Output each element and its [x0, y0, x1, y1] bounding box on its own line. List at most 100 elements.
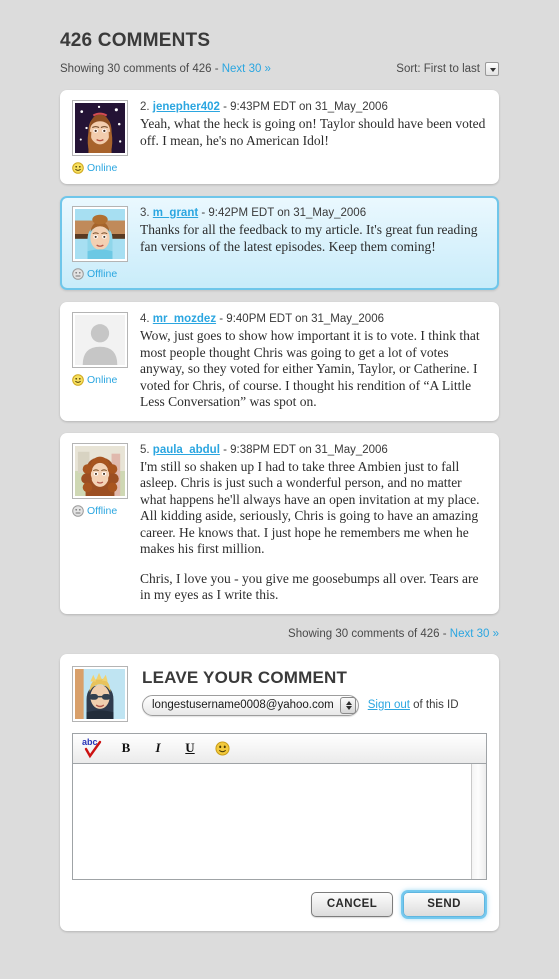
comment-number: 5.: [140, 443, 150, 456]
comment-author-link[interactable]: m_grant: [153, 207, 198, 219]
comment-item: Online 4. mr_mozdez - 9:40PM EDT on 31_M…: [60, 302, 499, 421]
status-badge: Offline: [72, 268, 130, 280]
showing-count-top: Showing 30 comments of 426 - Next 30 »: [60, 63, 271, 75]
form-fields: LEAVE YOUR COMMENT longestusername0008@y…: [142, 666, 487, 722]
comment-text: Yeah, what the heck is going on! Taylor …: [140, 116, 487, 149]
comment-author-link[interactable]: mr_mozdez: [153, 313, 216, 325]
textarea-scrollbar[interactable]: [471, 763, 486, 879]
status-badge: Online: [72, 374, 130, 386]
status-badge: Offline: [72, 505, 130, 517]
avatar-curly-auburn-icon: [75, 445, 125, 496]
bottom-pagination-bar: Showing 30 comments of 426 - Next 30 »: [0, 626, 559, 640]
avatar-blue-updo-icon: [75, 209, 125, 259]
comment-number: 4.: [140, 313, 150, 325]
comment-list: Online 2. jenepher402 - 9:43PM EDT on 31…: [0, 76, 559, 614]
sort-control[interactable]: Sort: First to last: [396, 62, 499, 76]
status-badge: Online: [72, 162, 130, 174]
comment-header: 4. mr_mozdez - 9:40PM EDT on 31_May_2006: [140, 313, 487, 325]
comment-author-link[interactable]: jenepher402: [153, 101, 220, 113]
comment-number: 2.: [140, 101, 150, 113]
avatar-starry-purple-icon: [75, 103, 125, 153]
sign-out-suffix: of this ID: [409, 699, 459, 711]
comment-textarea-wrap[interactable]: [73, 763, 486, 879]
comment-timestamp: - 9:40PM EDT on 31_May_2006: [219, 313, 384, 325]
showing-count-text-bottom: Showing 30 comments of 426 -: [288, 627, 450, 640]
red-check-icon: [84, 740, 102, 759]
top-pagination-bar: Showing 30 comments of 426 - Next 30 » S…: [60, 62, 499, 76]
showing-count-text-top: Showing 30 comments of 426 -: [60, 63, 222, 75]
comment-avatar-column: Online: [72, 100, 130, 174]
status-label: Online: [87, 374, 118, 386]
comment-avatar-column: Offline: [72, 442, 130, 604]
comment-paragraph: Thanks for all the feedback to my articl…: [140, 222, 478, 254]
avatar-blond-sunglasses-icon: [75, 668, 125, 719]
underline-button[interactable]: U: [175, 735, 205, 761]
comment-text: I'm still so shaken up I had to take thr…: [140, 459, 487, 604]
comment-body: 3. m_grant - 9:42PM EDT on 31_May_2006 T…: [140, 206, 487, 280]
select-spinner-icon[interactable]: [339, 696, 356, 714]
comment-body: 2. jenepher402 - 9:43PM EDT on 31_May_20…: [140, 100, 487, 174]
account-select-value: longestusername0008@yahoo.com: [152, 699, 334, 711]
smiley-online-icon: [72, 374, 84, 386]
sign-out-link[interactable]: Sign out: [368, 699, 410, 711]
comment-item: Online 2. jenepher402 - 9:43PM EDT on 31…: [60, 90, 499, 184]
comment-header: 3. m_grant - 9:42PM EDT on 31_May_2006: [140, 207, 487, 219]
status-label: Offline: [87, 504, 118, 517]
avatar[interactable]: [72, 442, 128, 499]
comment-header: 5. paula_abdul - 9:38PM EDT on 31_May_20…: [140, 444, 487, 456]
page-title: 426 COMMENTS: [60, 30, 211, 51]
account-row: longestusername0008@yahoo.com Sign out o…: [142, 694, 487, 716]
cancel-button[interactable]: CANCEL: [311, 891, 393, 917]
comment-item: Offline 5. paula_abdul - 9:38PM EDT on 3…: [60, 432, 499, 614]
bold-button[interactable]: B: [111, 735, 141, 761]
comment-textarea[interactable]: [73, 764, 471, 879]
comment-text: Wow, just goes to show how important it …: [140, 328, 487, 411]
comment-number: 3.: [140, 207, 150, 219]
form-avatar-column: [72, 665, 130, 722]
next-page-link-top[interactable]: Next 30 »: [222, 63, 271, 75]
neutral-offline-icon: [72, 268, 84, 280]
sort-label: Sort: First to last: [396, 63, 480, 75]
comment-form-section: LEAVE YOUR COMMENT longestusername0008@y…: [0, 640, 559, 931]
comment-paragraph: Chris, I love you - you give me goosebum…: [140, 570, 479, 603]
comment-item-highlighted: Offline 3. m_grant - 9:42PM EDT on 31_Ma…: [60, 196, 499, 290]
italic-button[interactable]: I: [143, 735, 173, 761]
send-button[interactable]: SEND: [403, 891, 485, 917]
comment-timestamp: - 9:43PM EDT on 31_May_2006: [223, 101, 388, 113]
account-select[interactable]: longestusername0008@yahoo.com: [142, 694, 359, 716]
form-actions: CANCEL SEND: [72, 891, 487, 917]
comment-form-card: LEAVE YOUR COMMENT longestusername0008@y…: [60, 653, 499, 931]
avatar[interactable]: [72, 100, 128, 156]
comment-timestamp: - 9:38PM EDT on 31_May_2006: [223, 443, 388, 456]
avatar[interactable]: [72, 312, 128, 368]
status-label: Online: [87, 162, 118, 174]
editor-toolbar: abc B I U: [73, 733, 486, 764]
next-page-link-bottom[interactable]: Next 30 »: [450, 628, 499, 640]
comment-body: 5. paula_abdul - 9:38PM EDT on 31_May_20…: [140, 443, 487, 604]
neutral-offline-icon: [72, 504, 84, 517]
comment-timestamp: - 9:42PM EDT on 31_May_2006: [201, 207, 367, 219]
status-label: Offline: [87, 268, 118, 280]
form-title: LEAVE YOUR COMMENT: [142, 667, 348, 687]
comment-header: 2. jenepher402 - 9:43PM EDT on 31_May_20…: [140, 101, 487, 113]
smiley-online-icon: [72, 162, 84, 174]
rich-text-editor: abc B I U: [72, 732, 487, 880]
avatar[interactable]: [72, 206, 128, 262]
comment-text: Thanks for all the feedback to my articl…: [140, 222, 487, 255]
spellcheck-button[interactable]: abc: [79, 735, 109, 761]
comment-body: 4. mr_mozdez - 9:40PM EDT on 31_May_2006…: [140, 312, 487, 411]
signout-row: Sign out of this ID: [368, 699, 459, 711]
emoticon-button[interactable]: [207, 735, 237, 761]
avatar-default-silhouette-icon: [75, 315, 125, 365]
comment-author-link[interactable]: paula_abdul: [153, 444, 220, 456]
chevron-down-icon[interactable]: [485, 62, 499, 76]
comment-avatar-column: Online: [72, 312, 130, 411]
comment-paragraph: Yeah, what the heck is going on! Taylor …: [140, 116, 486, 148]
comment-paragraph: I'm still so shaken up I had to take thr…: [140, 458, 480, 557]
comment-avatar-column: Offline: [72, 206, 130, 280]
comment-paragraph: Wow, just goes to show how important it …: [140, 328, 480, 409]
comments-page: 426 COMMENTS Showing 30 comments of 426 …: [0, 0, 559, 979]
avatar[interactable]: [72, 665, 128, 722]
smiley-icon: [214, 740, 230, 756]
page-header: 426 COMMENTS Showing 30 comments of 426 …: [0, 0, 559, 76]
